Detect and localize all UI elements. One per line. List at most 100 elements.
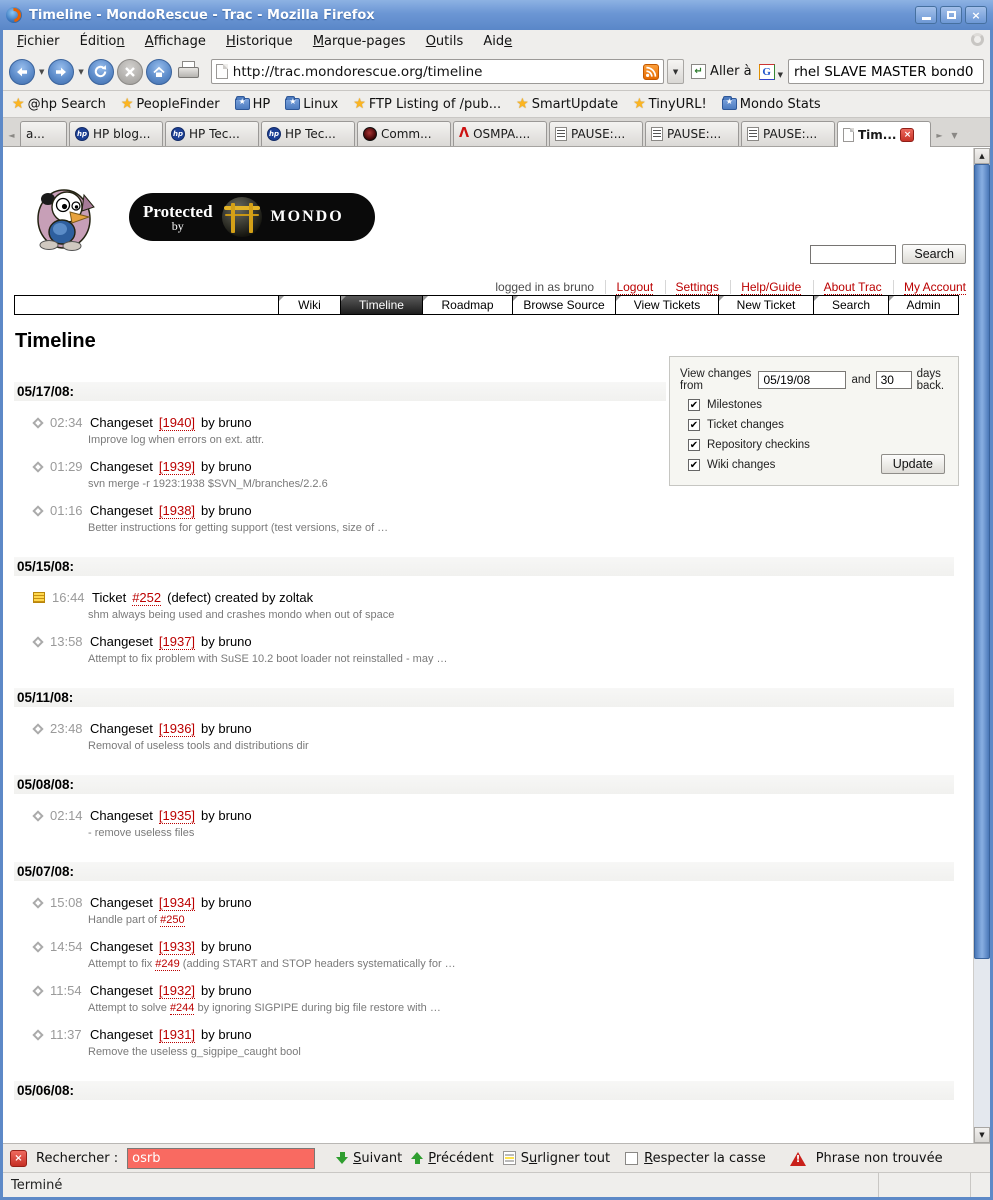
event-link[interactable]: [1939] xyxy=(159,459,195,475)
mainnav-tab[interactable]: Roadmap xyxy=(422,296,512,314)
tab-scroll-left-icon[interactable]: ◄ xyxy=(5,124,18,146)
ticket-link[interactable]: #250 xyxy=(160,914,184,927)
bookmark-item[interactable]: TinyURL! xyxy=(633,96,707,112)
metanav-link[interactable]: About Trac xyxy=(824,280,882,295)
google-engine-icon[interactable]: G xyxy=(759,64,775,80)
scroll-down-icon[interactable]: ▼ xyxy=(974,1127,990,1143)
ticket-link[interactable]: #244 xyxy=(170,1002,194,1015)
browser-tab[interactable]: hp HP blog... xyxy=(69,121,163,146)
bookmark-item[interactable]: SmartUpdate xyxy=(516,96,618,112)
event-link[interactable]: [1936] xyxy=(159,721,195,737)
menu-item[interactable]: Affichage xyxy=(137,32,214,51)
browser-tab[interactable]: PAUSE:... xyxy=(741,121,835,146)
forward-dropdown-icon[interactable]: ▼ xyxy=(77,68,84,76)
event-link[interactable]: [1931] xyxy=(159,1027,195,1043)
tab-scroll-right-icon[interactable]: ► xyxy=(933,124,946,146)
event-link[interactable]: [1937] xyxy=(159,634,195,650)
scrollbar-thumb[interactable] xyxy=(974,164,990,959)
back-dropdown-icon[interactable]: ▼ xyxy=(38,68,45,76)
menu-item[interactable]: Fichier xyxy=(9,32,68,51)
reload-button[interactable] xyxy=(88,59,114,85)
stop-button[interactable] xyxy=(117,59,143,85)
event-link[interactable]: [1935] xyxy=(159,808,195,824)
web-search-input[interactable] xyxy=(794,60,978,83)
mainnav-tab[interactable]: Browse Source xyxy=(512,296,615,314)
mainnav-tab[interactable]: Timeline xyxy=(340,296,422,314)
menu-item[interactable]: Outils xyxy=(418,32,472,51)
mainnav-tab[interactable]: Search xyxy=(813,296,888,314)
browser-tab[interactable]: Λ OSMPA.... xyxy=(453,121,547,146)
tab-close-button[interactable]: × xyxy=(900,128,914,142)
ticket-link[interactable]: #249 xyxy=(155,958,179,971)
metanav-link[interactable]: Settings xyxy=(676,280,719,295)
checkbox-icon[interactable] xyxy=(625,1152,638,1165)
metanav-link[interactable]: Logout xyxy=(616,280,653,295)
update-button[interactable]: Update xyxy=(881,454,945,474)
bookmark-item[interactable]: Linux xyxy=(285,97,338,112)
rss-feed-icon[interactable] xyxy=(643,64,659,80)
trac-search-button[interactable]: Search xyxy=(902,244,966,264)
tab-list-dropdown-icon[interactable]: ▼ xyxy=(948,124,961,146)
metanav-link[interactable]: Help/Guide xyxy=(741,280,801,295)
trac-search-input[interactable] xyxy=(810,245,896,264)
event-link[interactable]: [1934] xyxy=(159,895,195,911)
browser-tab[interactable]: a... xyxy=(20,121,67,146)
prefs-checkbox-row[interactable]: ✔ Ticket changes xyxy=(688,418,958,432)
browser-tab[interactable]: hp HP Tec... xyxy=(165,121,259,146)
print-button[interactable] xyxy=(177,61,201,83)
menu-item[interactable]: Aide xyxy=(475,32,520,51)
go-button[interactable]: Aller à xyxy=(710,64,752,79)
checkbox-icon[interactable]: ✔ xyxy=(688,419,700,431)
vertical-scrollbar[interactable]: ▲ ▼ xyxy=(973,148,990,1143)
event-link[interactable]: [1940] xyxy=(159,415,195,431)
browser-tab[interactable]: PAUSE:... xyxy=(549,121,643,146)
find-close-button[interactable]: × xyxy=(10,1150,27,1167)
days-back-field[interactable] xyxy=(876,371,912,389)
browser-tab[interactable]: Tim... × xyxy=(837,121,931,147)
mainnav-tab[interactable]: View Tickets xyxy=(615,296,718,314)
find-previous-button[interactable]: Précédent xyxy=(411,1151,493,1166)
forward-button[interactable] xyxy=(48,59,74,85)
maximize-button[interactable] xyxy=(940,6,962,24)
web-search-box[interactable] xyxy=(788,59,984,84)
browser-tab[interactable]: PAUSE:... xyxy=(645,121,739,146)
minimize-button[interactable] xyxy=(915,6,937,24)
url-history-dropdown[interactable]: ▼ xyxy=(667,59,684,84)
bookmark-item[interactable]: PeopleFinder xyxy=(121,96,220,112)
checkbox-icon[interactable]: ✔ xyxy=(688,399,700,411)
protected-by-mondo-banner[interactable]: Protected by MONDO xyxy=(129,193,375,241)
prefs-checkbox-row[interactable]: ✔ Repository checkins xyxy=(688,438,958,452)
find-input[interactable] xyxy=(127,1148,315,1169)
browser-tab[interactable]: hp HP Tec... xyxy=(261,121,355,146)
event-link[interactable]: [1938] xyxy=(159,503,195,519)
mondo-penguin-logo[interactable] xyxy=(34,181,98,251)
back-button[interactable] xyxy=(9,59,35,85)
from-date-field[interactable] xyxy=(758,371,846,389)
highlight-all-button[interactable]: Surligner tout xyxy=(503,1151,610,1166)
scroll-up-icon[interactable]: ▲ xyxy=(974,148,990,164)
event-link[interactable]: [1933] xyxy=(159,939,195,955)
mainnav-tab[interactable]: New Ticket xyxy=(718,296,813,314)
browser-tab[interactable]: Comm... xyxy=(357,121,451,146)
mainnav-tab[interactable]: Wiki xyxy=(278,296,340,314)
close-button[interactable]: × xyxy=(965,6,987,24)
bookmark-item[interactable]: Mondo Stats xyxy=(722,97,821,112)
bookmark-item[interactable]: FTP Listing of /pub... xyxy=(353,96,501,112)
home-button[interactable] xyxy=(146,59,172,85)
bookmark-item[interactable]: @hp Search xyxy=(12,96,106,112)
menu-item[interactable]: Historique xyxy=(218,32,301,51)
engine-dropdown-icon[interactable]: ▼ xyxy=(778,71,783,79)
menu-item[interactable]: Édition xyxy=(72,32,133,51)
match-case-checkbox[interactable]: Respecter la casse xyxy=(625,1151,766,1166)
scrollbar-track[interactable] xyxy=(974,959,990,1127)
event-link[interactable]: #252 xyxy=(132,590,161,606)
prefs-checkbox-row[interactable]: ✔ Milestones xyxy=(688,398,958,412)
event-link[interactable]: [1932] xyxy=(159,983,195,999)
resize-grip[interactable] xyxy=(970,1173,990,1197)
bookmark-item[interactable]: HP xyxy=(235,97,271,112)
menu-item[interactable]: Marque-pages xyxy=(305,32,414,51)
checkbox-icon[interactable]: ✔ xyxy=(688,459,700,471)
metanav-link[interactable]: My Account xyxy=(904,280,966,295)
find-next-button[interactable]: Suivant xyxy=(336,1151,402,1166)
url-bar[interactable] xyxy=(211,59,664,84)
